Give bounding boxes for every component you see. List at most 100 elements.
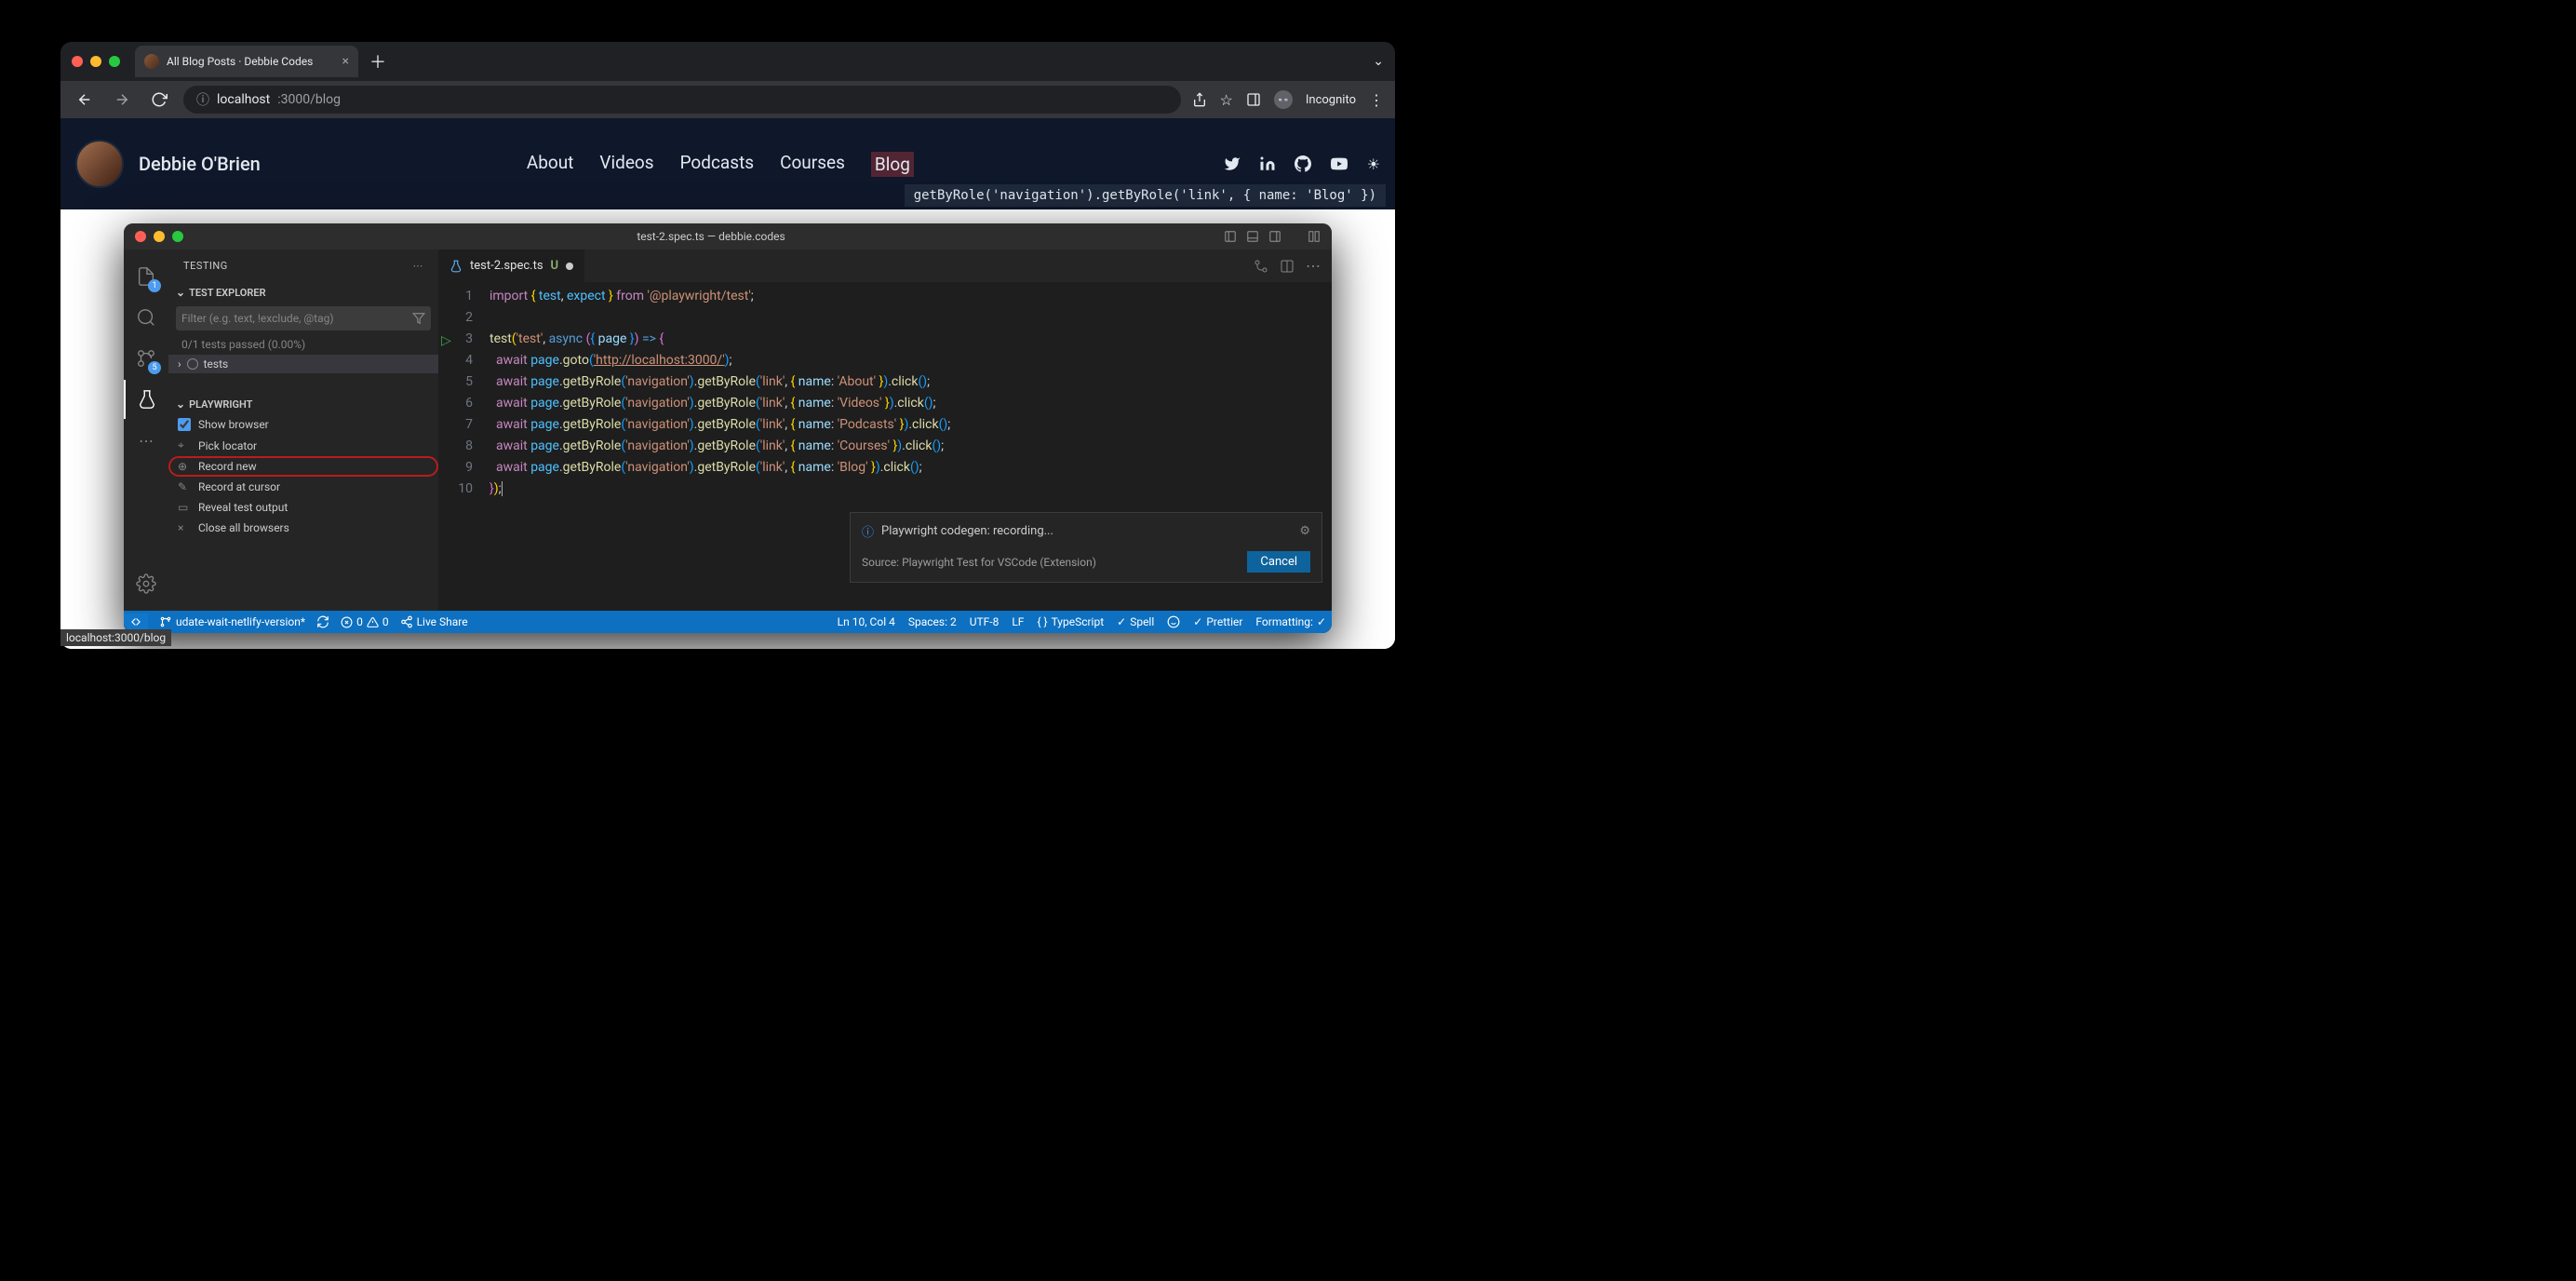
language-indicator[interactable]: { } TypeScript xyxy=(1037,615,1104,628)
record-cursor-label: Record at cursor xyxy=(198,480,280,493)
theme-toggle-icon[interactable]: ☀ xyxy=(1367,155,1380,173)
prettier-indicator[interactable]: ✓ Prettier xyxy=(1193,615,1242,628)
nav-link-about[interactable]: About xyxy=(527,152,574,177)
address-bar[interactable]: ⓘ localhost:3000/blog xyxy=(183,86,1181,114)
tab-overflow-icon[interactable]: ⌄ xyxy=(1373,54,1384,69)
test-explorer-section[interactable]: ⌄ TEST EXPLORER xyxy=(168,282,438,303)
panel-right-icon[interactable] xyxy=(1268,230,1281,243)
nav-link-blog[interactable]: Blog xyxy=(871,152,914,177)
notification-source: Source: Playwright Test for VSCode (Exte… xyxy=(862,556,1096,569)
indent-indicator[interactable]: Spaces: 2 xyxy=(908,615,957,628)
panel-left-icon[interactable] xyxy=(1224,230,1237,243)
gutter: 12345678910 xyxy=(438,282,490,611)
reveal-output-button[interactable]: ▭ Reveal test output xyxy=(168,497,438,518)
search-activity[interactable] xyxy=(124,298,168,337)
editor-tab-name: test-2.spec.ts xyxy=(470,259,543,273)
cursor-position[interactable]: Ln 10, Col 4 xyxy=(838,615,895,628)
beaker-icon xyxy=(449,260,463,273)
problems-indicator[interactable]: 0 0 xyxy=(341,615,389,628)
gear-icon[interactable]: ⚙ xyxy=(1299,524,1310,538)
pencil-icon: ✎ xyxy=(178,480,191,493)
notification-title: Playwright codegen: recording... xyxy=(881,524,1053,538)
close-window-button[interactable] xyxy=(72,56,83,67)
vscode-close-button[interactable] xyxy=(135,231,146,242)
reload-button[interactable] xyxy=(146,91,172,108)
record-at-cursor-button[interactable]: ✎ Record at cursor xyxy=(168,477,438,497)
twitter-icon[interactable] xyxy=(1224,155,1241,173)
cancel-button[interactable]: Cancel xyxy=(1247,551,1310,573)
filter-input[interactable] xyxy=(181,312,412,325)
compare-icon[interactable] xyxy=(1254,259,1268,274)
sync-indicator[interactable] xyxy=(316,615,329,628)
vscode-maximize-button[interactable] xyxy=(172,231,183,242)
tab-favicon xyxy=(144,54,159,69)
feedback-icon[interactable] xyxy=(1167,615,1180,628)
activity-bar: 1 5 ⋯ xyxy=(124,249,168,611)
youtube-icon[interactable] xyxy=(1330,155,1348,173)
sidebar-title: TESTING xyxy=(183,260,228,272)
site-info-icon[interactable]: ⓘ xyxy=(196,90,209,109)
close-icon: × xyxy=(178,521,191,534)
vscode-minimize-button[interactable] xyxy=(154,231,165,242)
editor-actions: ⋯ xyxy=(1242,249,1332,282)
filter-icon[interactable] xyxy=(412,312,425,325)
close-tab-icon[interactable]: × xyxy=(342,54,349,69)
site-name[interactable]: Debbie O'Brien xyxy=(139,153,261,175)
remote-indicator[interactable] xyxy=(124,614,148,630)
show-browser-checkbox[interactable]: Show browser xyxy=(168,414,438,435)
explorer-activity[interactable]: 1 xyxy=(124,257,168,296)
branch-indicator[interactable]: udate-wait-netlify-version* xyxy=(159,615,305,628)
avatar[interactable] xyxy=(75,140,124,188)
pick-locator-button[interactable]: ⌖ Pick locator xyxy=(168,435,438,456)
formatting-indicator[interactable]: Formatting: ✓ xyxy=(1255,615,1326,628)
checkbox[interactable] xyxy=(178,418,191,431)
editor-more-icon[interactable]: ⋯ xyxy=(1306,257,1321,275)
maximize-window-button[interactable] xyxy=(109,56,120,67)
liveshare-indicator[interactable]: Live Share xyxy=(400,615,468,628)
close-browsers-button[interactable]: × Close all browsers xyxy=(168,518,438,538)
browser-tab[interactable]: All Blog Posts · Debbie Codes × xyxy=(135,46,358,77)
settings-activity[interactable] xyxy=(124,564,168,603)
run-test-glyph[interactable]: ▷ xyxy=(441,333,451,348)
record-new-button[interactable]: ⊕ Record new xyxy=(168,456,438,477)
tree-item-tests[interactable]: › tests xyxy=(168,355,438,373)
notification: ⓘ Playwright codegen: recording... ⚙ Sou… xyxy=(850,512,1322,583)
minimize-window-button[interactable] xyxy=(90,56,101,67)
test-status-icon xyxy=(187,358,198,370)
share-icon[interactable] xyxy=(1192,92,1207,107)
panel-bottom-icon[interactable] xyxy=(1246,230,1259,243)
vscode-titlebar: test-2.spec.ts — debbie.codes xyxy=(124,223,1332,249)
url-path: :3000/blog xyxy=(277,92,341,107)
eol-indicator[interactable]: LF xyxy=(1012,615,1024,628)
encoding-indicator[interactable]: UTF-8 xyxy=(970,615,1000,628)
spell-indicator[interactable]: ✓ Spell xyxy=(1117,615,1154,628)
forward-button[interactable] xyxy=(109,91,135,108)
record-icon: ⊕ xyxy=(178,460,191,473)
bookmark-icon[interactable]: ☆ xyxy=(1220,91,1233,109)
chevron-down-icon: ⌄ xyxy=(176,286,185,299)
editor-tab[interactable]: test-2.spec.ts U xyxy=(438,249,584,282)
nav-link-courses[interactable]: Courses xyxy=(780,152,845,177)
vscode-title-actions xyxy=(1224,230,1321,243)
nav-link-videos[interactable]: Videos xyxy=(599,152,653,177)
social-links: ☀ xyxy=(1224,155,1380,173)
side-panel-icon[interactable] xyxy=(1246,92,1261,107)
menu-icon[interactable]: ⋮ xyxy=(1369,91,1384,109)
github-icon[interactable] xyxy=(1295,155,1311,173)
sidebar-more-icon[interactable]: ⋯ xyxy=(413,260,424,272)
back-button[interactable] xyxy=(72,91,98,108)
vscode-window: test-2.spec.ts — debbie.codes 1 5 xyxy=(124,223,1332,633)
editor: test-2.spec.ts U ⋯ ▷ 12345678910 import … xyxy=(438,249,1332,611)
section-label: PLAYWRIGHT xyxy=(189,398,252,411)
chevron-right-icon: › xyxy=(178,357,181,371)
split-editor-icon[interactable] xyxy=(1280,259,1295,274)
new-tab-button[interactable]: ＋ xyxy=(369,49,386,74)
linkedin-icon[interactable] xyxy=(1259,155,1276,173)
editor-tabgroup: test-2.spec.ts U ⋯ xyxy=(438,249,1332,282)
more-activity[interactable]: ⋯ xyxy=(124,421,168,460)
testing-activity[interactable] xyxy=(124,380,168,419)
section-playwright[interactable]: ⌄ PLAYWRIGHT xyxy=(168,394,438,414)
nav-link-podcasts[interactable]: Podcasts xyxy=(680,152,755,177)
scm-activity[interactable]: 5 xyxy=(124,339,168,378)
layout-icon[interactable] xyxy=(1308,230,1321,243)
